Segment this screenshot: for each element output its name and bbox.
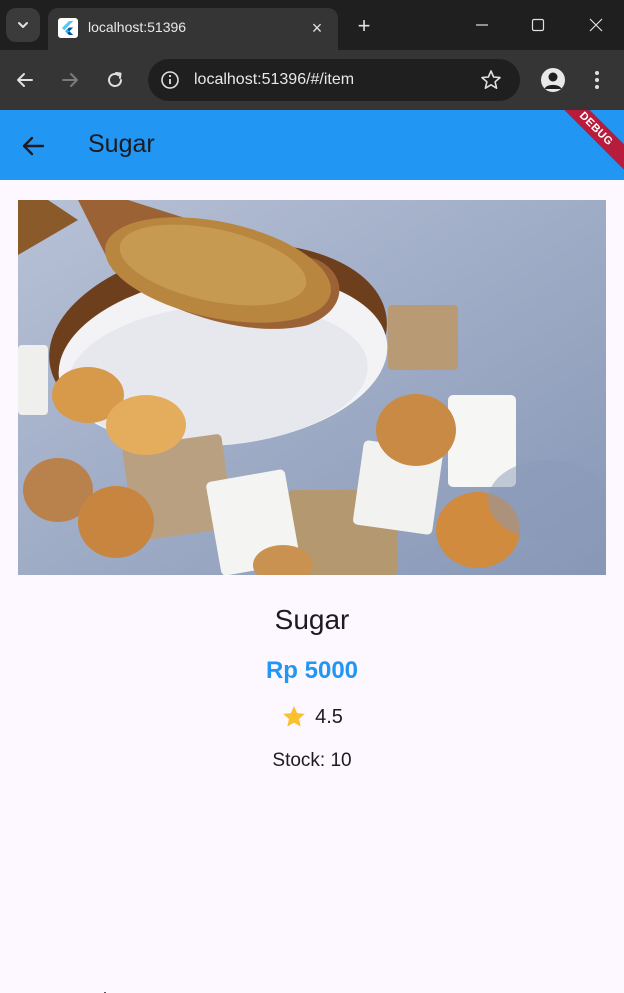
site-info-icon[interactable]: [160, 70, 180, 90]
star-icon: [283, 705, 305, 727]
profile-avatar-icon[interactable]: [541, 68, 565, 92]
minimize-icon[interactable]: [462, 8, 502, 42]
app-bar: Sugar DEBUG: [0, 110, 624, 180]
tab-strip: localhost:51396 × +: [0, 0, 624, 50]
back-arrow-icon[interactable]: [18, 131, 48, 161]
maximize-icon[interactable]: [518, 8, 558, 42]
stock-text: Stock: 10: [272, 750, 352, 771]
reload-icon[interactable]: [98, 63, 132, 97]
more-menu-icon[interactable]: [586, 63, 608, 97]
bookmark-star-icon[interactable]: [480, 69, 502, 91]
product-image: [18, 200, 606, 575]
url-text: localhost:51396/#/item: [194, 71, 355, 88]
product-price: Rp 5000: [265, 657, 359, 684]
chevron-down-icon: [18, 22, 28, 28]
browser-toolbar: localhost:51396/#/item: [0, 50, 624, 110]
forward-icon[interactable]: [53, 63, 87, 97]
close-window-icon[interactable]: [576, 8, 616, 42]
new-tab-button[interactable]: +: [350, 12, 378, 40]
address-bar[interactable]: localhost:51396/#/item: [148, 59, 520, 101]
item-detail: Sugar Rp 5000 4.5 Stock: 10: [0, 180, 624, 993]
tab-search-button[interactable]: [6, 8, 40, 42]
close-tab-icon[interactable]: ×: [306, 17, 328, 39]
rating-value: 4.5: [315, 705, 343, 728]
back-icon[interactable]: [8, 63, 42, 97]
flutter-favicon-icon: [58, 18, 78, 38]
debug-banner: DEBUG: [551, 110, 624, 174]
browser-window: localhost:51396 × + localhost:51396/#/it…: [0, 0, 624, 993]
rating-row: 4.5: [0, 704, 624, 730]
browser-tab[interactable]: localhost:51396 ×: [48, 8, 338, 50]
product-name: Sugar: [274, 604, 350, 635]
page-title: Sugar: [88, 130, 155, 158]
tab-title: localhost:51396: [88, 19, 187, 35]
